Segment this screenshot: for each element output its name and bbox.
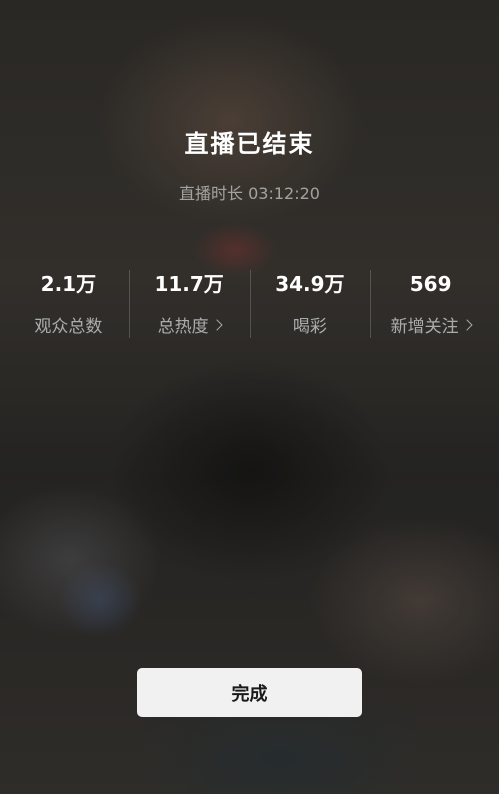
- stat-label-text: 喝彩: [292, 317, 327, 337]
- stat-label: 观众总数: [34, 312, 102, 337]
- stats-row: 2.1万 观众总数 11.7万 总热度 34.9万 喝彩 569 新增关注: [8, 268, 491, 340]
- stat-label[interactable]: 新增关注: [390, 312, 473, 337]
- stat-value: 34.9万: [275, 272, 345, 296]
- page-title: 直播已结束: [184, 130, 315, 158]
- stat-new-followers[interactable]: 569 新增关注: [370, 268, 491, 340]
- stat-label-text: 观众总数: [34, 317, 103, 337]
- stat-cheers: 34.9万 喝彩: [249, 268, 371, 340]
- stat-total-heat[interactable]: 11.7万 总热度: [128, 268, 250, 340]
- chevron-right-icon[interactable]: [210, 319, 223, 331]
- stat-label-text: 总热度: [157, 317, 209, 337]
- stat-label: 喝彩: [293, 312, 327, 337]
- stat-value: 569: [409, 272, 452, 296]
- live-duration: 直播时长 03:12:20: [179, 184, 320, 203]
- stat-value: 11.7万: [154, 272, 224, 296]
- done-button[interactable]: 完成: [137, 668, 362, 717]
- chevron-right-icon[interactable]: [460, 319, 473, 331]
- stat-value: 2.1万: [40, 272, 97, 296]
- stat-total-viewers: 2.1万 观众总数: [8, 268, 129, 340]
- stat-label-text: 新增关注: [390, 317, 459, 337]
- stat-label[interactable]: 总热度: [157, 312, 223, 337]
- live-ended-screen: 直播已结束 直播时长 03:12:20 2.1万 观众总数 11.7万 总热度 …: [0, 0, 499, 794]
